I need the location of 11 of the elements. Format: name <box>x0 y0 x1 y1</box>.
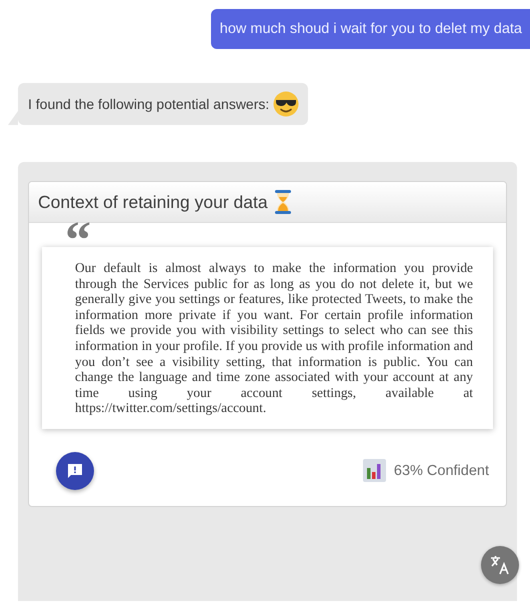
hourglass-icon <box>274 189 292 215</box>
feedback-icon <box>66 462 84 480</box>
translate-button[interactable] <box>481 546 519 584</box>
confidence-label: 63% Confident <box>394 462 489 479</box>
feedback-button[interactable] <box>56 452 94 490</box>
translate-icon <box>489 554 511 576</box>
card-title: Context of retaining your data <box>38 192 268 212</box>
bar-chart-icon <box>362 459 386 482</box>
user-message: how much shoud i wait for you to delet my data <box>210 9 530 49</box>
cool-face-icon <box>273 91 300 117</box>
bot-message: I found the following potential answers: <box>28 96 270 112</box>
